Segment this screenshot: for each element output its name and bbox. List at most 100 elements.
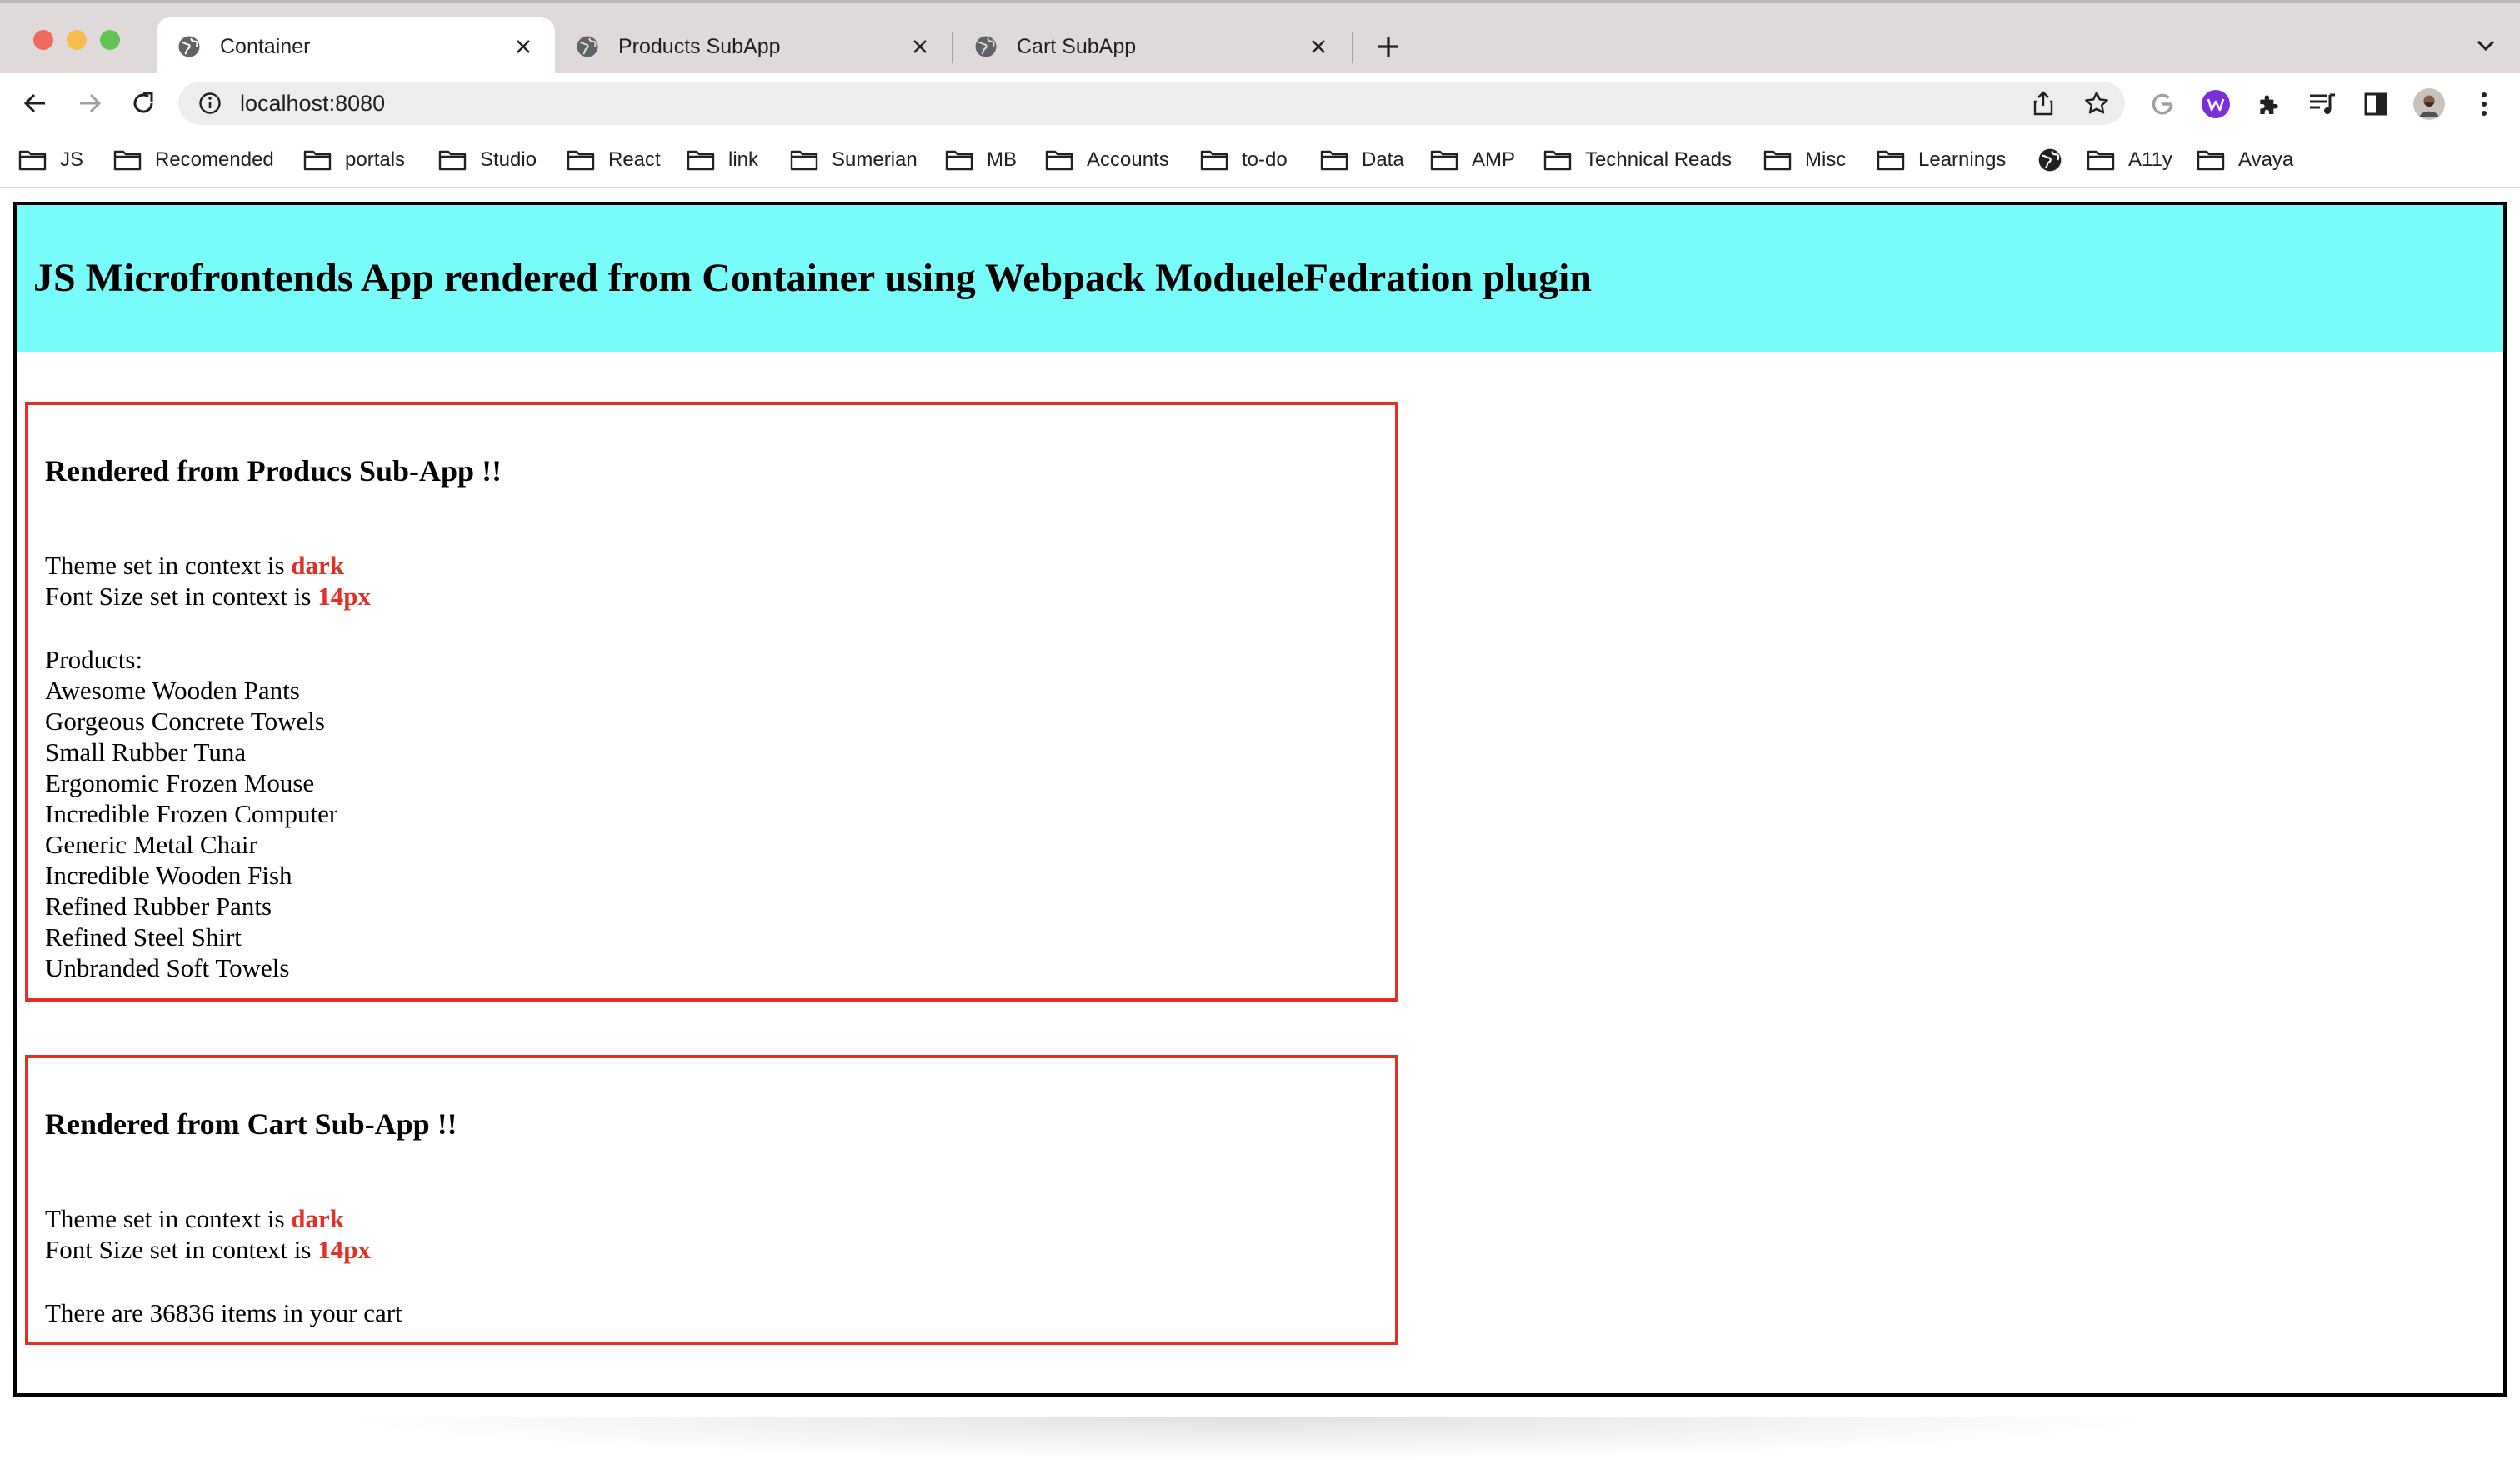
media-queue-icon[interactable] [2307, 88, 2338, 120]
info-icon[interactable] [197, 90, 223, 117]
tab-title: Container [220, 34, 311, 58]
bookmark-label: MB [987, 148, 1017, 171]
bookmark-label: link [728, 148, 759, 171]
bookmark-learnings[interactable]: Learnings [1877, 142, 2006, 178]
close-icon[interactable] [512, 35, 535, 58]
browser-toolbar: localhost:8080 [0, 73, 2520, 133]
theme-label: Theme set in context is [45, 1204, 292, 1233]
folder-icon [438, 149, 467, 171]
folder-icon [113, 149, 142, 171]
bookmark-label: Accounts [1087, 148, 1169, 171]
folder-icon [790, 149, 818, 171]
bookmark-data[interactable]: Data [1320, 142, 1404, 178]
theme-value: dark [291, 1204, 345, 1233]
font-size-line: Font Size set in context is 14px [45, 581, 371, 612]
list-item: Ergonomic Frozen Mouse [45, 768, 315, 798]
folder-icon [687, 149, 715, 171]
google-icon[interactable] [2147, 88, 2178, 120]
tab-title: Cart SubApp [1017, 34, 1137, 58]
bookmark-a11y[interactable]: A11y [2087, 142, 2172, 178]
new-tab-button[interactable] [1373, 32, 1403, 62]
tab-divider [1352, 32, 1353, 63]
star-icon[interactable] [2082, 88, 2112, 118]
app-header: JS Microfrontends App rendered from Cont… [17, 205, 2503, 352]
cart-subapp-panel: Rendered from Cart Sub-App !! Theme set … [25, 1055, 1398, 1345]
tab-products-subapp[interactable]: Products SubApp [555, 17, 952, 77]
page-shadow [333, 1417, 2167, 1460]
cart-subapp-heading: Rendered from Cart Sub-App !! [45, 1108, 458, 1141]
window-close-button[interactable] [33, 30, 53, 50]
theme-line: Theme set in context is dark [45, 550, 344, 581]
folder-icon [303, 149, 332, 171]
folder-icon [1543, 149, 1572, 171]
more-menu-icon[interactable] [2468, 88, 2500, 120]
bookmark-recomended[interactable]: Recomended [113, 142, 274, 178]
bookmark-portals[interactable]: portals [303, 142, 405, 178]
bookmark-label: JS [60, 148, 84, 171]
folder-icon [1430, 149, 1458, 171]
theme-value: dark [291, 551, 345, 580]
bookmark-sumerian[interactable]: Sumerian [790, 142, 918, 178]
folder-icon [2087, 149, 2115, 171]
bookmark-label: Misc [1805, 148, 1847, 171]
folder-icon [945, 149, 973, 171]
folder-icon [2197, 149, 2225, 171]
forward-button[interactable] [75, 88, 105, 118]
font-size-label: Font Size set in context is [45, 1235, 318, 1264]
bookmark-misc[interactable]: Misc [1763, 142, 1846, 178]
folder-icon [1200, 149, 1228, 171]
bookmark-label: Studio [480, 148, 538, 171]
extension-w-icon[interactable] [2200, 88, 2232, 120]
list-item: Incredible Wooden Fish [45, 861, 292, 890]
container-app: JS Microfrontends App rendered from Cont… [13, 202, 2507, 1397]
bookmark-studio[interactable]: Studio [438, 142, 537, 178]
close-icon[interactable] [1307, 35, 1330, 58]
font-size-label: Font Size set in context is [45, 582, 318, 611]
url-text[interactable]: localhost:8080 [240, 91, 385, 117]
folder-icon [1763, 149, 1792, 171]
side-panel-icon[interactable] [2360, 88, 2392, 120]
bookmark-label: to-do [1242, 148, 1288, 171]
folder-icon [18, 149, 47, 171]
close-icon[interactable] [908, 35, 932, 58]
chevron-down-icon[interactable] [2473, 33, 2498, 58]
bookmark-label: Technical Reads [1585, 148, 1732, 171]
reload-button[interactable] [128, 88, 158, 118]
products-subapp-panel: Rendered from Producs Sub-App !! Theme s… [25, 402, 1398, 1002]
back-button[interactable] [20, 88, 50, 118]
window-maximize-button[interactable] [100, 30, 120, 50]
globe-icon [973, 34, 998, 59]
page-title: JS Microfrontends App rendered from Cont… [33, 256, 1592, 300]
bookmark-label: Recomended [155, 148, 274, 171]
tab-title: Products SubApp [618, 34, 781, 58]
bookmark-to-do[interactable]: to-do [1200, 142, 1288, 178]
bookmark-globe[interactable] [2037, 142, 2063, 178]
bookmark-label: portals [345, 148, 406, 171]
window-minimize-button[interactable] [67, 30, 87, 50]
share-icon[interactable] [2028, 88, 2058, 118]
list-item: Refined Rubber Pants [45, 892, 272, 921]
folder-icon [1045, 149, 1073, 171]
cart-count-text: There are 36836 items in your cart [45, 1298, 402, 1328]
tab-cart-subapp[interactable]: Cart SubApp [953, 17, 1350, 77]
product-list: Awesome Wooden Pants Gorgeous Concrete To… [45, 675, 338, 983]
bookmark-js[interactable]: JS [18, 142, 83, 178]
products-subapp-heading: Rendered from Producs Sub-App !! [45, 454, 502, 488]
bookmark-accounts[interactable]: Accounts [1045, 142, 1169, 178]
bookmark-technical-reads[interactable]: Technical Reads [1543, 142, 1732, 178]
avatar[interactable] [2413, 88, 2445, 120]
globe-icon [177, 34, 202, 59]
bookmark-label: Sumerian [832, 148, 918, 171]
bookmark-label: Avaya [2238, 148, 2294, 171]
bookmark-mb[interactable]: MB [945, 142, 1017, 178]
tab-container[interactable]: Container [157, 17, 555, 77]
bookmark-label: Learnings [1918, 148, 2007, 171]
bookmark-avaya[interactable]: Avaya [2197, 142, 2293, 178]
globe-icon [575, 34, 600, 59]
extensions-puzzle-icon[interactable] [2253, 88, 2285, 120]
bookmark-label: AMP [1472, 148, 1516, 171]
bookmark-amp[interactable]: AMP [1430, 142, 1515, 178]
bookmark-link[interactable]: link [687, 142, 758, 178]
address-bar[interactable]: localhost:8080 [178, 82, 2125, 125]
bookmark-react[interactable]: React [567, 142, 661, 178]
